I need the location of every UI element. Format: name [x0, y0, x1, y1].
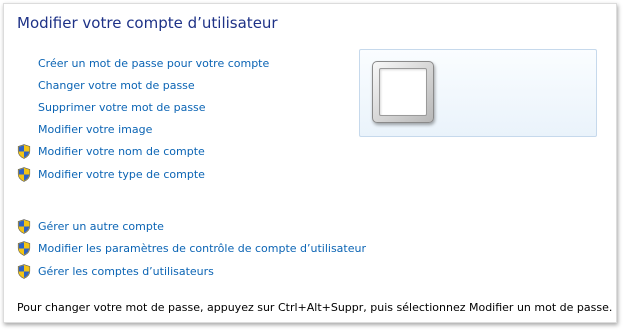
- password-hint-text: Pour changer votre mot de passe, appuyez…: [17, 301, 613, 314]
- manage-user-accounts-link[interactable]: Gérer les comptes d’utilisateurs: [38, 265, 214, 278]
- change-account-name-link[interactable]: Modifier votre nom de compte: [38, 145, 205, 158]
- control-panel-pane: Modifier votre compte d’utilisateur Crée…: [3, 3, 617, 323]
- change-account-type-link[interactable]: Modifier votre type de compte: [38, 168, 205, 181]
- uac-shield-icon: [17, 264, 31, 279]
- manage-another-account-link[interactable]: Gérer un autre compte: [38, 220, 164, 233]
- change-picture-link[interactable]: Modifier votre image: [38, 123, 152, 136]
- page-title: Modifier votre compte d’utilisateur: [17, 14, 278, 32]
- remove-password-link[interactable]: Supprimer votre mot de passe: [38, 101, 206, 114]
- uac-shield-icon: [17, 167, 31, 182]
- uac-shield-icon: [17, 241, 31, 256]
- create-password-link[interactable]: Créer un mot de passe pour votre compte: [38, 57, 269, 70]
- uac-shield-icon: [17, 219, 31, 234]
- user-picture-panel: [359, 49, 597, 137]
- uac-shield-icon: [17, 144, 31, 159]
- uac-settings-link[interactable]: Modifier les paramètres de contrôle de c…: [38, 242, 366, 255]
- user-avatar[interactable]: [372, 61, 434, 123]
- user-avatar-image: [379, 68, 427, 116]
- change-password-link[interactable]: Changer votre mot de passe: [38, 79, 195, 92]
